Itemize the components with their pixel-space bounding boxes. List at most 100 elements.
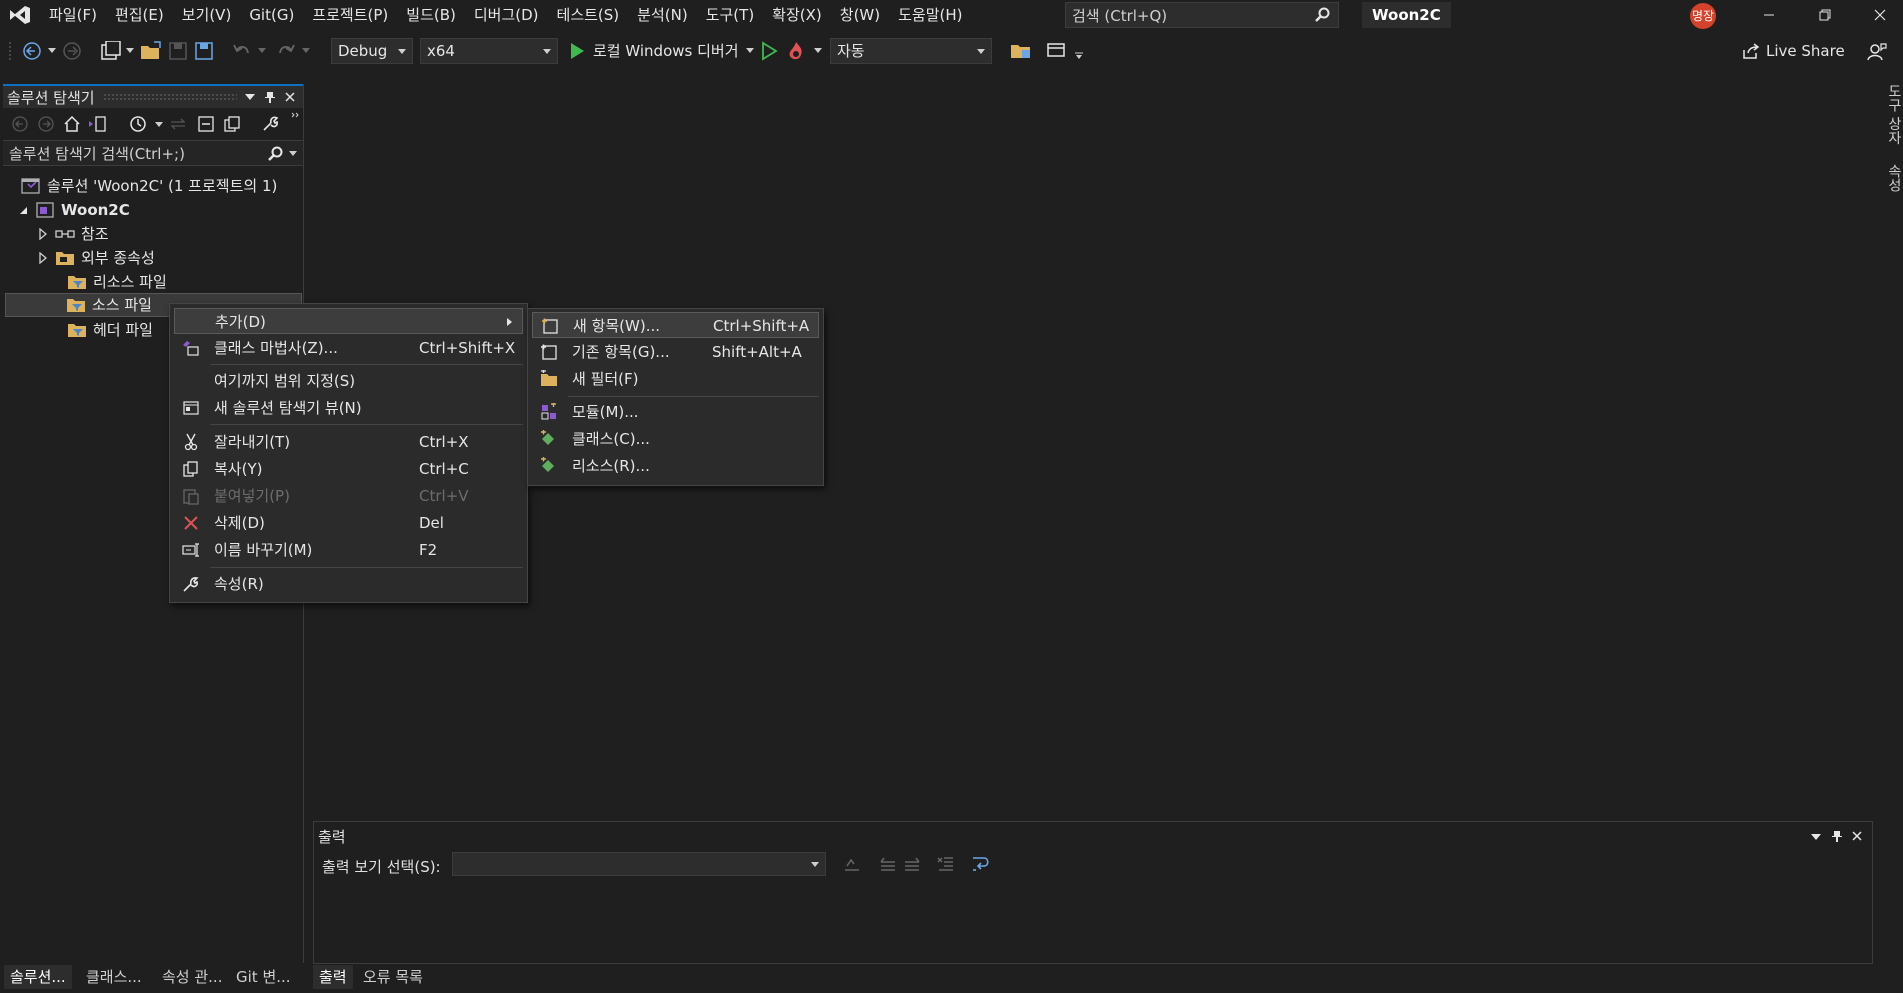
tree-item-project[interactable]: Woon2C [17,198,130,222]
close-icon[interactable] [285,92,295,102]
tab-property-manager[interactable]: 속성 관... [156,965,228,989]
output-header[interactable]: 출력 [314,822,1872,850]
tab-class-view[interactable]: 클래스... [80,965,148,989]
navigate-forward-icon[interactable] [62,41,82,61]
tree-item-header-files[interactable]: 헤더 파일 [67,318,153,342]
layout-icon[interactable] [1046,41,1068,61]
solution-configuration-combo[interactable]: Debug [331,38,413,64]
run-target-label[interactable]: 로컬 Windows 디버거 [593,30,739,72]
show-all-files-icon[interactable] [223,115,241,133]
solution-explorer-search[interactable]: 솔루션 탐색기 검색(Ctrl+;) [3,140,303,166]
menu-item-class-wizard[interactable]: 클래스 마법사(Z)... Ctrl+Shift+X [174,335,523,361]
tab-output[interactable]: 출력 [313,965,353,989]
submenu-item-existing-item[interactable]: 기존 항목(G)... Shift+Alt+A [532,339,819,365]
submenu-item-new-filter[interactable]: 새 필터(F) [532,366,819,392]
user-avatar[interactable]: 명장 [1690,3,1716,29]
menu-tools[interactable]: 도구(T) [697,0,763,30]
visual-studio-logo-icon[interactable] [0,0,40,30]
new-project-icon[interactable] [100,41,122,61]
clear-all-icon[interactable] [936,854,956,874]
menu-project[interactable]: 프로젝트(P) [303,0,397,30]
menu-item-copy[interactable]: 복사(Y) Ctrl+C [174,456,523,482]
start-debugging-icon[interactable] [568,41,586,61]
save-icon[interactable] [168,41,188,61]
tab-git-changes[interactable]: Git 변... [230,965,297,989]
rail-properties[interactable]: 속성 [1884,164,1903,192]
find-message-in-code-icon[interactable] [842,854,862,874]
overflow-icon[interactable] [291,112,299,120]
navigate-back-icon[interactable] [22,41,42,61]
submenu-item-class[interactable]: 클래스(C)... [532,426,819,452]
redo-dropdown-icon[interactable] [302,48,310,54]
back-dropdown-icon[interactable] [48,48,56,54]
next-message-icon[interactable] [902,854,922,874]
forward-icon[interactable] [37,115,55,133]
run-target-dropdown-icon[interactable] [746,48,754,54]
search-icon[interactable] [1314,6,1332,24]
properties-wrench-icon[interactable] [261,115,279,133]
pending-changes-filter-icon[interactable] [129,115,147,133]
solution-name-badge[interactable]: Woon2C [1362,2,1451,28]
save-all-icon[interactable] [194,41,214,61]
live-share-button[interactable]: Live Share [1742,30,1845,72]
word-wrap-icon[interactable] [970,854,992,874]
menu-extensions[interactable]: 확장(X) [763,0,831,30]
browse-folder-icon[interactable] [1010,41,1032,61]
collapsed-triangle-icon[interactable] [37,228,49,240]
close-window-button[interactable] [1857,0,1903,30]
sync-with-active-document-icon[interactable] [169,115,187,133]
tree-item-resource-files[interactable]: 리소스 파일 [67,270,167,294]
hot-reload-icon[interactable] [786,41,808,61]
menu-file[interactable]: 파일(F) [40,0,106,30]
window-position-dropdown-icon[interactable] [245,92,255,102]
submenu-item-module[interactable]: 모듈(M)... [532,399,819,425]
solution-platform-combo[interactable]: x64 [420,38,558,64]
tree-item-external-dependencies[interactable]: 외부 종속성 [37,246,155,270]
collapse-all-icon[interactable] [197,115,215,133]
feedback-icon[interactable] [1867,42,1887,62]
close-icon[interactable] [1852,831,1862,841]
new-project-dropdown-icon[interactable] [126,48,134,54]
submenu-item-new-item[interactable]: 새 항목(W)... Ctrl+Shift+A [532,312,819,338]
menu-git[interactable]: Git(G) [240,0,303,30]
menu-item-paste[interactable]: 붙여넣기(P) Ctrl+V [174,483,523,509]
redo-icon[interactable] [276,41,296,61]
menu-help[interactable]: 도움말(H) [889,0,971,30]
pin-icon[interactable] [265,91,275,103]
tree-item-solution[interactable]: 솔루션 'Woon2C' (1 프로젝트의 1) [21,174,277,198]
pin-icon[interactable] [1832,830,1842,842]
menu-analyze[interactable]: 분석(N) [628,0,697,30]
tree-item-references[interactable]: 참조 [37,222,109,246]
expanded-triangle-icon[interactable] [17,204,29,216]
minimize-button[interactable] [1746,0,1792,30]
collapsed-triangle-icon[interactable] [37,252,49,264]
menu-debug[interactable]: 디버그(D) [465,0,548,30]
menu-item-properties[interactable]: 속성(R) [174,571,523,597]
menu-test[interactable]: 테스트(S) [548,0,629,30]
switch-views-icon[interactable] [87,115,107,133]
tab-solution-explorer[interactable]: 솔루션... [4,965,72,989]
undo-dropdown-icon[interactable] [258,48,266,54]
start-without-debugging-icon[interactable] [760,41,778,61]
menu-item-cut[interactable]: 잘라내기(T) Ctrl+X [174,429,523,455]
search-options-dropdown-icon[interactable] [289,151,297,157]
solution-explorer-header[interactable]: 솔루션 탐색기 [3,84,303,108]
undo-icon[interactable] [232,41,252,61]
rail-toolbox[interactable]: 도구 상자 [1884,84,1903,144]
search-icon[interactable] [267,145,285,163]
menu-window[interactable]: 창(W) [831,0,889,30]
tab-error-list[interactable]: 오류 목록 [357,965,429,989]
submenu-item-resource[interactable]: 리소스(R)... [532,453,819,479]
hot-reload-dropdown-icon[interactable] [814,48,822,54]
menu-view[interactable]: 보기(V) [173,0,241,30]
home-icon[interactable] [63,115,81,133]
menu-build[interactable]: 빌드(B) [397,0,465,30]
menu-item-add[interactable]: 추가(D) [174,308,523,334]
menu-edit[interactable]: 편집(E) [106,0,173,30]
menu-item-rename[interactable]: 이름 바꾸기(M) F2 [174,537,523,563]
back-icon[interactable] [11,115,29,133]
window-position-dropdown-icon[interactable] [1811,832,1821,842]
global-search-box[interactable]: 검색 (Ctrl+Q) [1065,2,1339,28]
filter-dropdown-icon[interactable] [155,122,163,128]
menu-item-new-solution-explorer-view[interactable]: 새 솔루션 탐색기 뷰(N) [174,395,523,421]
